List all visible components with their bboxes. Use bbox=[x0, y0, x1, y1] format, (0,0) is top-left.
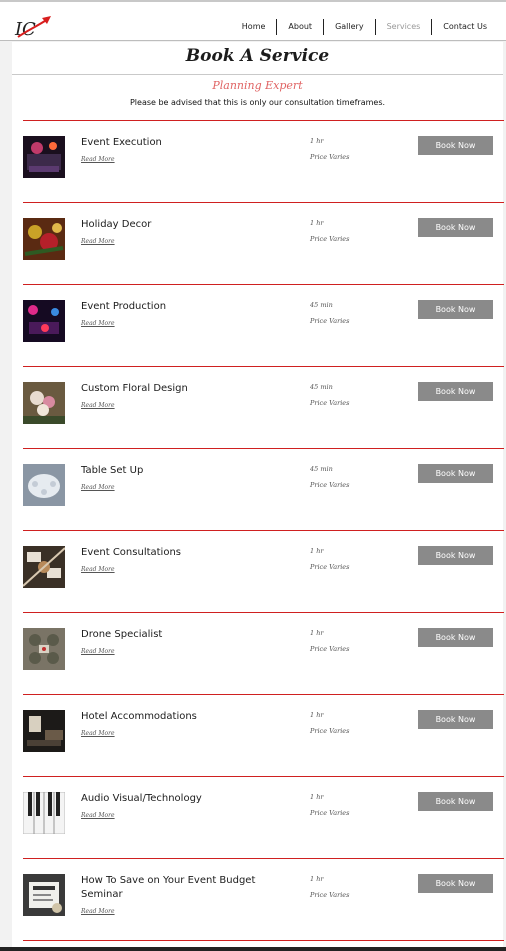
book-now-button[interactable]: Book Now bbox=[418, 464, 493, 483]
service-row: Drone Specialist Read More 1 hr Price Va… bbox=[12, 613, 503, 695]
page-subtitle: Planning Expert bbox=[212, 79, 303, 92]
read-more-link[interactable]: Read More bbox=[81, 484, 115, 491]
service-row: Event Execution Read More 1 hr Price Var… bbox=[12, 121, 503, 203]
service-row: Table Set Up Read More 45 min Price Vari… bbox=[12, 449, 503, 531]
holiday-decor-thumbnail bbox=[23, 218, 65, 260]
read-more-link[interactable]: Read More bbox=[81, 908, 115, 915]
service-duration: 45 min bbox=[310, 301, 333, 309]
service-duration: 1 hr bbox=[310, 137, 324, 145]
book-now-button[interactable]: Book Now bbox=[418, 792, 493, 811]
service-name: How To Save on Your Event Budget Seminar bbox=[81, 875, 256, 900]
service-divider bbox=[23, 940, 504, 941]
read-more-link[interactable]: Read More bbox=[81, 566, 115, 573]
service-price: Price Varies bbox=[310, 645, 350, 653]
service-name: Event Production bbox=[81, 301, 167, 312]
site-logo[interactable]: I C bbox=[14, 15, 54, 40]
read-more-link[interactable]: Read More bbox=[81, 156, 115, 163]
service-row: Event Production Read More 45 min Price … bbox=[12, 285, 503, 367]
nav-home[interactable]: Home bbox=[231, 19, 277, 35]
service-price: Price Varies bbox=[310, 399, 350, 407]
title-divider bbox=[12, 74, 503, 75]
service-duration: 1 hr bbox=[310, 875, 324, 883]
service-name: Drone Specialist bbox=[81, 629, 163, 640]
service-row: Hotel Accommodations Read More 1 hr Pric… bbox=[12, 695, 503, 777]
book-now-button[interactable]: Book Now bbox=[418, 382, 493, 401]
service-price: Price Varies bbox=[310, 481, 350, 489]
nav-about[interactable]: About bbox=[276, 19, 323, 35]
book-now-button[interactable]: Book Now bbox=[418, 218, 493, 237]
service-row: Event Consultations Read More 1 hr Price… bbox=[12, 531, 503, 613]
budget-seminar-thumbnail bbox=[23, 874, 65, 916]
service-name: Event Execution bbox=[81, 137, 162, 148]
service-name: Custom Floral Design bbox=[81, 383, 188, 394]
read-more-link[interactable]: Read More bbox=[81, 648, 115, 655]
service-row: Custom Floral Design Read More 45 min Pr… bbox=[12, 367, 503, 449]
service-duration: 1 hr bbox=[310, 711, 324, 719]
read-more-link[interactable]: Read More bbox=[81, 238, 115, 245]
service-row: Audio Visual/Technology Read More 1 hr P… bbox=[12, 777, 503, 859]
book-now-button[interactable]: Book Now bbox=[418, 300, 493, 319]
event-production-thumbnail bbox=[23, 300, 65, 342]
service-price: Price Varies bbox=[310, 317, 350, 325]
book-now-button[interactable]: Book Now bbox=[418, 628, 493, 647]
service-duration: 1 hr bbox=[310, 219, 324, 227]
hotel-accommodations-thumbnail bbox=[23, 710, 65, 752]
service-name: Event Consultations bbox=[81, 547, 182, 558]
audio-visual-thumbnail bbox=[22, 791, 66, 835]
service-name: Audio Visual/Technology bbox=[81, 793, 202, 804]
service-price: Price Varies bbox=[310, 727, 350, 735]
service-name: Hotel Accommodations bbox=[81, 711, 197, 722]
service-row: How To Save on Your Event Budget Seminar… bbox=[12, 859, 503, 941]
read-more-link[interactable]: Read More bbox=[81, 812, 115, 819]
consultation-notice: Please be advised that this is only our … bbox=[129, 98, 386, 107]
event-consultations-thumbnail bbox=[22, 546, 66, 588]
service-price: Price Varies bbox=[310, 563, 350, 571]
book-now-button[interactable]: Book Now bbox=[418, 136, 493, 155]
service-price: Price Varies bbox=[310, 809, 350, 817]
table-setup-thumbnail bbox=[23, 464, 65, 506]
read-more-link[interactable]: Read More bbox=[81, 320, 115, 327]
event-execution-thumbnail bbox=[23, 136, 65, 178]
service-price: Price Varies bbox=[310, 235, 350, 243]
custom-floral-thumbnail bbox=[23, 382, 65, 424]
nav-contact-us[interactable]: Contact Us bbox=[431, 19, 498, 35]
service-name: Holiday Decor bbox=[81, 219, 152, 230]
read-more-link[interactable]: Read More bbox=[81, 402, 115, 409]
book-now-button[interactable]: Book Now bbox=[418, 546, 493, 565]
bottom-border bbox=[0, 947, 506, 951]
service-duration: 45 min bbox=[310, 465, 333, 473]
service-duration: 1 hr bbox=[310, 793, 324, 801]
read-more-link[interactable]: Read More bbox=[81, 730, 115, 737]
service-duration: 45 min bbox=[310, 383, 333, 391]
service-duration: 1 hr bbox=[310, 629, 324, 637]
service-duration: 1 hr bbox=[310, 547, 324, 555]
service-row: Holiday Decor Read More 1 hr Price Varie… bbox=[12, 203, 503, 285]
service-name: Table Set Up bbox=[81, 465, 144, 476]
drone-specialist-thumbnail bbox=[23, 628, 65, 670]
site-header: I C Home About Gallery Services Contact … bbox=[0, 2, 506, 41]
main-nav: Home About Gallery Services Contact Us bbox=[231, 17, 498, 37]
nav-services[interactable]: Services bbox=[374, 19, 432, 35]
page-title: Book A Service bbox=[185, 46, 330, 66]
service-price: Price Varies bbox=[310, 153, 350, 161]
book-now-button[interactable]: Book Now bbox=[418, 710, 493, 729]
nav-gallery[interactable]: Gallery bbox=[323, 19, 375, 35]
service-price: Price Varies bbox=[310, 891, 350, 899]
services-card: Book A Service Planning Expert Please be… bbox=[12, 42, 504, 951]
book-now-button[interactable]: Book Now bbox=[418, 874, 493, 893]
